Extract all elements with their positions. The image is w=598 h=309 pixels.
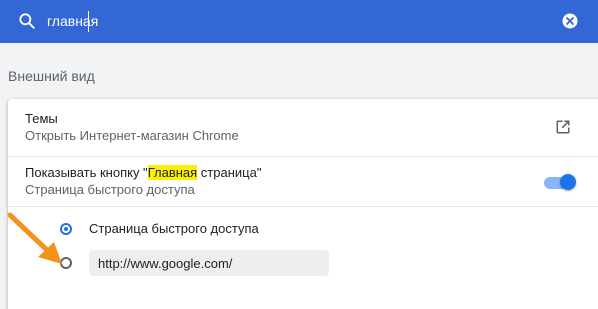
label-prefix: Показывать кнопку " xyxy=(25,165,148,180)
search-input[interactable]: главная xyxy=(47,12,98,30)
label-suffix: страница" xyxy=(197,165,262,180)
toggle-knob xyxy=(560,174,576,190)
search-match-highlight: Главная xyxy=(147,165,198,180)
section-title-appearance: Внешний вид xyxy=(8,68,95,84)
text-caret xyxy=(88,11,89,32)
arrow-icon xyxy=(7,212,62,264)
radio-label-new-tab-page: Страница быстрого доступа xyxy=(89,221,259,236)
divider xyxy=(8,206,598,207)
clear-icon[interactable] xyxy=(560,11,580,31)
appearance-card: Темы Открыть Интернет-магазин Chrome Пок… xyxy=(8,99,598,309)
custom-url-input[interactable] xyxy=(89,250,329,276)
show-home-button-sublabel: Страница быстрого доступа xyxy=(25,182,195,197)
settings-search-bar: главная xyxy=(0,0,598,43)
themes-label: Темы xyxy=(25,111,58,126)
themes-sublabel: Открыть Интернет-магазин Chrome xyxy=(25,128,239,143)
show-home-button-toggle[interactable] xyxy=(544,174,576,190)
external-link-icon[interactable] xyxy=(554,118,572,136)
divider xyxy=(8,156,598,157)
search-icon xyxy=(19,13,35,29)
show-home-button-label: Показывать кнопку "Главная страница" xyxy=(25,165,261,181)
